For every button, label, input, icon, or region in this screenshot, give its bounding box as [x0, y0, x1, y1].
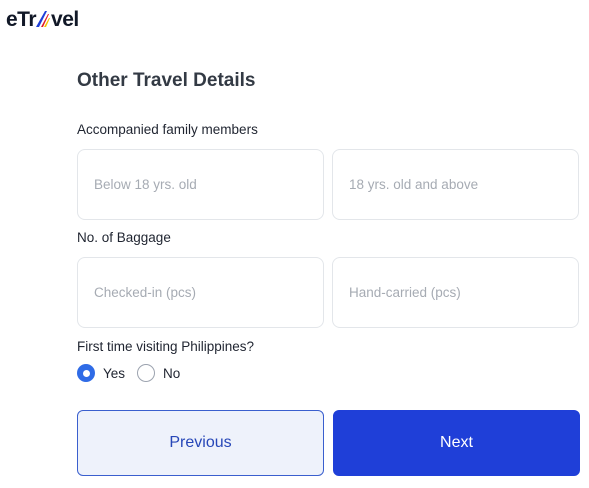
radio-no[interactable] [137, 364, 156, 382]
travel-form-page: eTr vel Other Travel Details Accompanied… [0, 0, 589, 488]
logo-text-suffix: vel [51, 8, 79, 31]
section-title: Other Travel Details [77, 70, 256, 91]
radio-selected-dot-icon [82, 369, 90, 377]
18-and-above-input[interactable] [332, 149, 579, 220]
checked-in-input[interactable] [77, 257, 324, 328]
baggage-label: No. of Baggage [77, 230, 171, 245]
first-time-radio-group: Yes No [77, 364, 192, 382]
first-time-label: First time visiting Philippines? [77, 339, 255, 354]
radio-yes-label[interactable]: Yes [103, 366, 125, 381]
previous-button[interactable]: Previous [77, 410, 324, 476]
radio-no-label[interactable]: No [163, 366, 180, 381]
hand-carried-input[interactable] [332, 257, 579, 328]
logo-text-prefix: eTr [6, 8, 37, 31]
logo-flag-icon [36, 10, 51, 27]
next-button[interactable]: Next [333, 410, 580, 476]
below-18-input[interactable] [77, 149, 324, 220]
etravel-logo: eTr vel [6, 8, 79, 32]
family-members-label: Accompanied family members [77, 122, 258, 137]
radio-yes[interactable] [77, 364, 95, 382]
